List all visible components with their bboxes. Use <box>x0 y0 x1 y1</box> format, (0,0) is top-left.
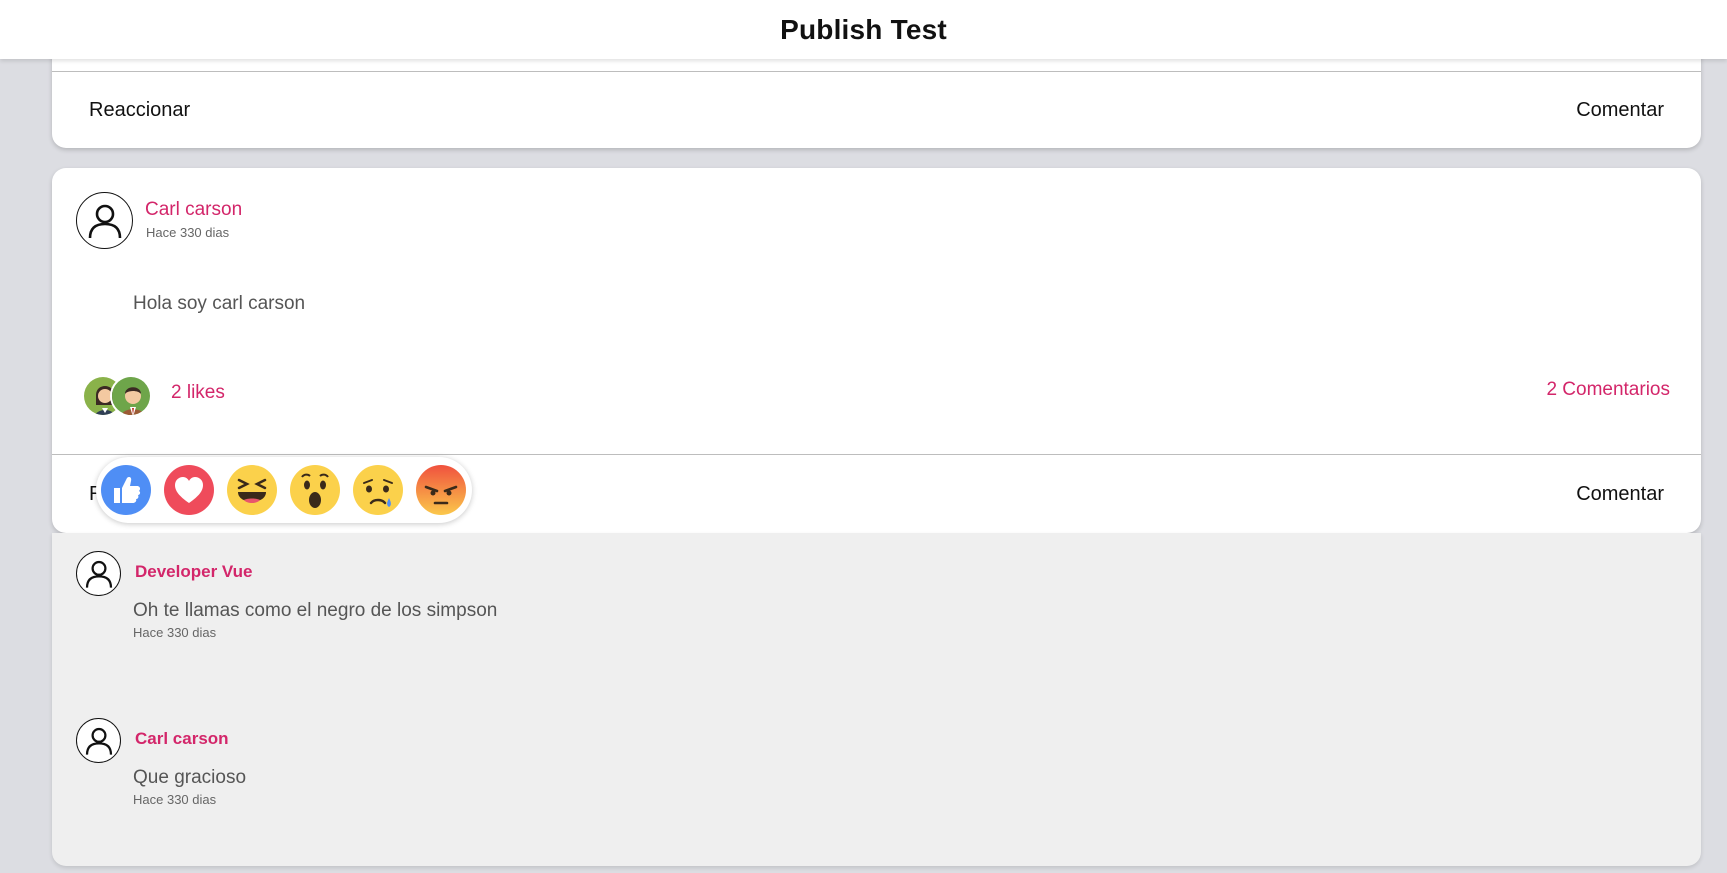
like-reaction-icon[interactable] <box>101 465 151 515</box>
avatar[interactable] <box>76 718 121 763</box>
user-icon <box>88 204 121 238</box>
comments-count[interactable]: 2 Comentarios <box>1546 379 1670 401</box>
post-time: Hace 330 dias <box>146 225 230 240</box>
comment-time: Hace 330 dias <box>133 625 217 640</box>
haha-reaction-icon[interactable] <box>227 465 277 515</box>
liker-avatar <box>110 375 152 417</box>
top-bar: Publish Test <box>0 0 1727 59</box>
comments-section: Developer Vue Oh te llamas como el negro… <box>52 533 1701 866</box>
comment-button[interactable]: Comentar <box>1576 483 1664 506</box>
avatar[interactable] <box>76 192 133 249</box>
comment-author[interactable]: Carl carson <box>135 729 229 749</box>
comment-text: Oh te llamas como el negro de los simpso… <box>133 600 498 621</box>
sad-reaction-icon[interactable] <box>353 465 403 515</box>
likers-avatars[interactable] <box>82 375 156 419</box>
comment-author[interactable]: Developer Vue <box>135 562 252 582</box>
comment-text: Que gracioso <box>133 767 247 788</box>
avatar[interactable] <box>76 551 121 596</box>
comment-button[interactable]: Comentar <box>1576 99 1664 122</box>
page-title: Publish Test <box>780 13 947 45</box>
angry-reaction-icon[interactable] <box>416 465 466 515</box>
user-icon <box>85 727 112 755</box>
likes-count[interactable]: 2 likes <box>171 382 225 404</box>
post-text: Hola soy carl carson <box>133 293 306 314</box>
reactions-popup <box>96 457 472 523</box>
user-icon <box>85 560 112 588</box>
react-button[interactable]: Reaccionar <box>89 99 190 122</box>
post-author[interactable]: Carl carson <box>145 199 242 221</box>
wow-reaction-icon[interactable] <box>290 465 340 515</box>
divider <box>52 71 1701 72</box>
divider <box>52 454 1701 455</box>
comment-time: Hace 330 dias <box>133 792 217 807</box>
love-reaction-icon[interactable] <box>164 465 214 515</box>
